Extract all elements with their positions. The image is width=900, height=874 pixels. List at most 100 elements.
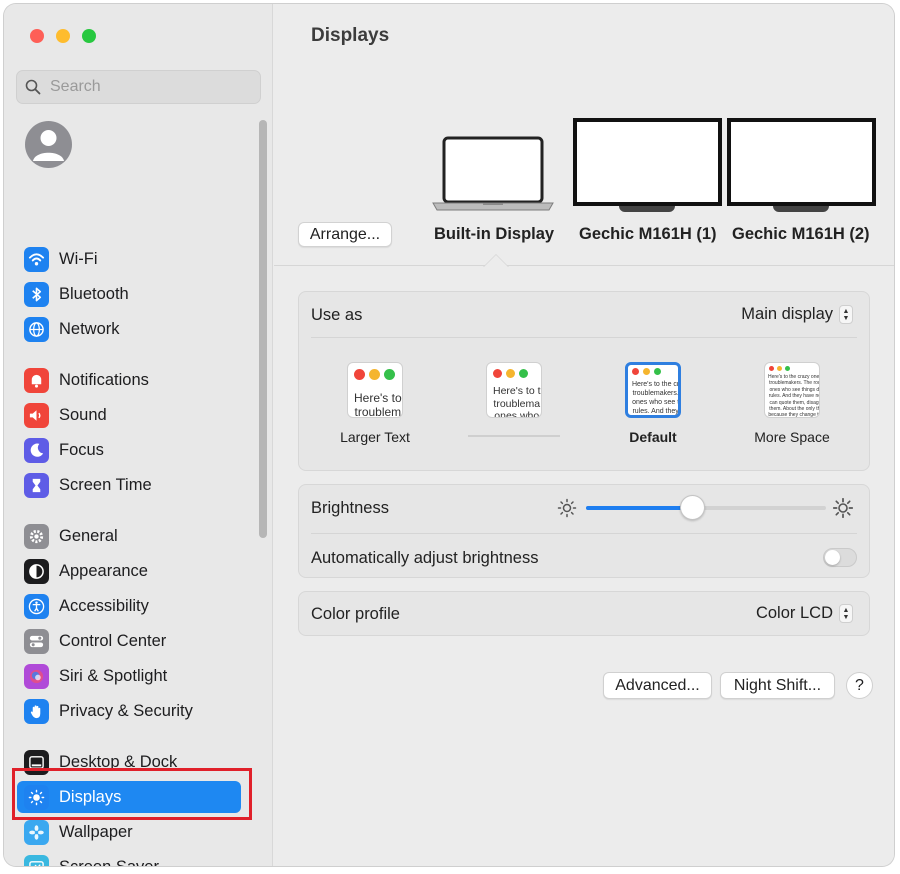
sidebar-item-control-center[interactable]: Control Center [17,625,241,657]
auto-brightness-label: Automatically adjust brightness [311,549,539,567]
sidebar-item-label: General [59,526,118,545]
sidebar-item-general[interactable]: General [17,520,241,552]
sidebar-item-label: Privacy & Security [59,701,193,720]
hand-icon [24,698,49,724]
divider [311,337,857,338]
system-settings-window: Wi-Fi Bluetooth Network Notifications Sound F… [4,4,894,866]
selection-pointer [484,255,508,267]
resolution-placeholder-line [468,435,560,437]
night-shift-button[interactable]: Night Shift... [720,672,835,699]
sidebar-item-label: Appearance [59,561,148,580]
bluetooth-icon [24,281,49,307]
resolution-preview: Here's to troublem [347,362,403,418]
resolution-label: Default [629,429,677,445]
color-profile-label: Color profile [311,605,400,623]
sidebar-item-screen-time[interactable]: Screen Time [17,469,241,501]
close-window-button[interactable] [30,29,44,43]
sidebar-item-label: Wi-Fi [59,249,98,268]
sun-large-icon [833,498,853,518]
wifi-icon [24,246,49,272]
built-in-display-icon[interactable] [431,136,555,214]
brightness-label: Brightness [311,499,389,517]
display-label-gechic-2[interactable]: Gechic M161H (2) [732,225,870,244]
auto-brightness-toggle[interactable] [823,548,857,567]
color-profile-value: Color LCD [755,604,833,622]
divider [311,533,857,534]
resolution-default[interactable]: Here's to the cr troublemakers. ones who… [588,362,718,445]
window-controls [30,29,96,43]
sidebar-item-label: Focus [59,440,104,459]
zoom-window-button[interactable] [82,29,96,43]
accessibility-icon [24,593,49,619]
sidebar-item-siri-spotlight[interactable]: Siri & Spotlight [17,660,241,692]
brightness-slider[interactable] [586,506,826,510]
gear-icon [24,523,49,549]
moon-icon [24,437,49,463]
sidebar-item-accessibility[interactable]: Accessibility [17,590,241,622]
sidebar-item-label: Sound [59,405,107,424]
color-profile-card: Color profile Color LCD ▲ ▼ [298,591,870,636]
siri-icon [24,663,49,689]
use-as-popup[interactable]: Main display ▲ ▼ [741,305,853,324]
sidebar-item-label: Screen Saver [59,858,159,867]
display-label-built-in[interactable]: Built-in Display [434,225,554,244]
sidebar-item-label: Network [59,319,120,338]
sidebar-scrollbar[interactable] [259,120,267,538]
sidebar-item-bluetooth[interactable]: Bluetooth [17,278,241,310]
chevron-updown-icon: ▲ ▼ [839,604,853,623]
advanced-button[interactable]: Advanced... [603,672,712,699]
sidebar-item-sound[interactable]: Sound [17,399,241,431]
display-label-gechic-1[interactable]: Gechic M161H (1) [579,225,717,244]
resolution-preview: Here's to the crazy ones troublemakers. … [764,362,820,418]
resolution-option-2[interactable]: Here's to t troublema ones who [449,362,579,437]
resolution-more-space[interactable]: Here's to the crazy ones troublemakers. … [727,362,857,445]
speaker-icon [24,402,49,428]
search-input[interactable] [50,78,240,96]
resolution-label: More Space [754,429,830,445]
sidebar-item-label: Siri & Spotlight [59,666,168,685]
monitor-stand [773,206,829,212]
toggle-knob [825,550,840,565]
sun-small-icon [557,498,577,518]
sidebar-item-label: Control Center [59,631,167,650]
gechic-monitor-1-icon[interactable] [573,118,722,206]
brightness-slider-knob[interactable] [679,495,705,520]
resolution-larger-text[interactable]: Here's to troublem Larger Text [310,362,440,445]
use-as-value: Main display [741,305,833,323]
preview-text: Here's to troublem [354,391,402,418]
help-button[interactable]: ? [846,672,873,699]
sidebar: Wi-Fi Bluetooth Network Notifications Sound F… [4,4,273,866]
annotation-highlight [12,768,252,820]
use-as-card: Use as Main display ▲ ▼ Here's to trouble… [298,291,870,471]
brightness-slider-fill [586,506,692,510]
sidebar-item-privacy-security[interactable]: Privacy & Security [17,695,241,727]
sidebar-item-focus[interactable]: Focus [17,434,241,466]
bell-icon [24,367,49,393]
preview-text: Here's to the cr troublemakers. ones who… [632,381,680,415]
preview-text: Here's to the crazy ones troublemakers. … [768,374,820,418]
search-field[interactable] [16,70,261,104]
resolution-label: Larger Text [340,429,410,445]
main-pane: Displays Arrange... Built-in Display Gec… [274,4,894,866]
globe-icon [24,316,49,342]
resolution-preview: Here's to t troublema ones who [486,362,542,418]
arrange-button[interactable]: Arrange... [298,222,392,247]
sidebar-item-label: Screen Time [59,475,152,494]
color-profile-popup[interactable]: Color LCD ▲ ▼ [756,604,853,623]
person-icon [33,130,64,161]
flower-icon [24,819,49,845]
sidebar-item-network[interactable]: Network [17,313,241,345]
control-center-icon [24,628,49,654]
sidebar-item-wallpaper[interactable]: Wallpaper [17,816,241,848]
sidebar-item-notifications[interactable]: Notifications [17,364,241,396]
sidebar-item-appearance[interactable]: Appearance [17,555,241,587]
resolution-preview: Here's to the cr troublemakers. ones who… [625,362,681,418]
screensaver-icon [24,854,49,866]
minimize-window-button[interactable] [56,29,70,43]
gechic-monitor-2-icon[interactable] [727,118,876,206]
sidebar-item-screen-saver[interactable]: Screen Saver [17,851,241,866]
sidebar-item-wi-fi[interactable]: Wi-Fi [17,243,241,275]
monitor-stand [619,206,675,212]
user-avatar[interactable] [25,121,72,168]
sidebar-item-label: Wallpaper [59,822,133,841]
